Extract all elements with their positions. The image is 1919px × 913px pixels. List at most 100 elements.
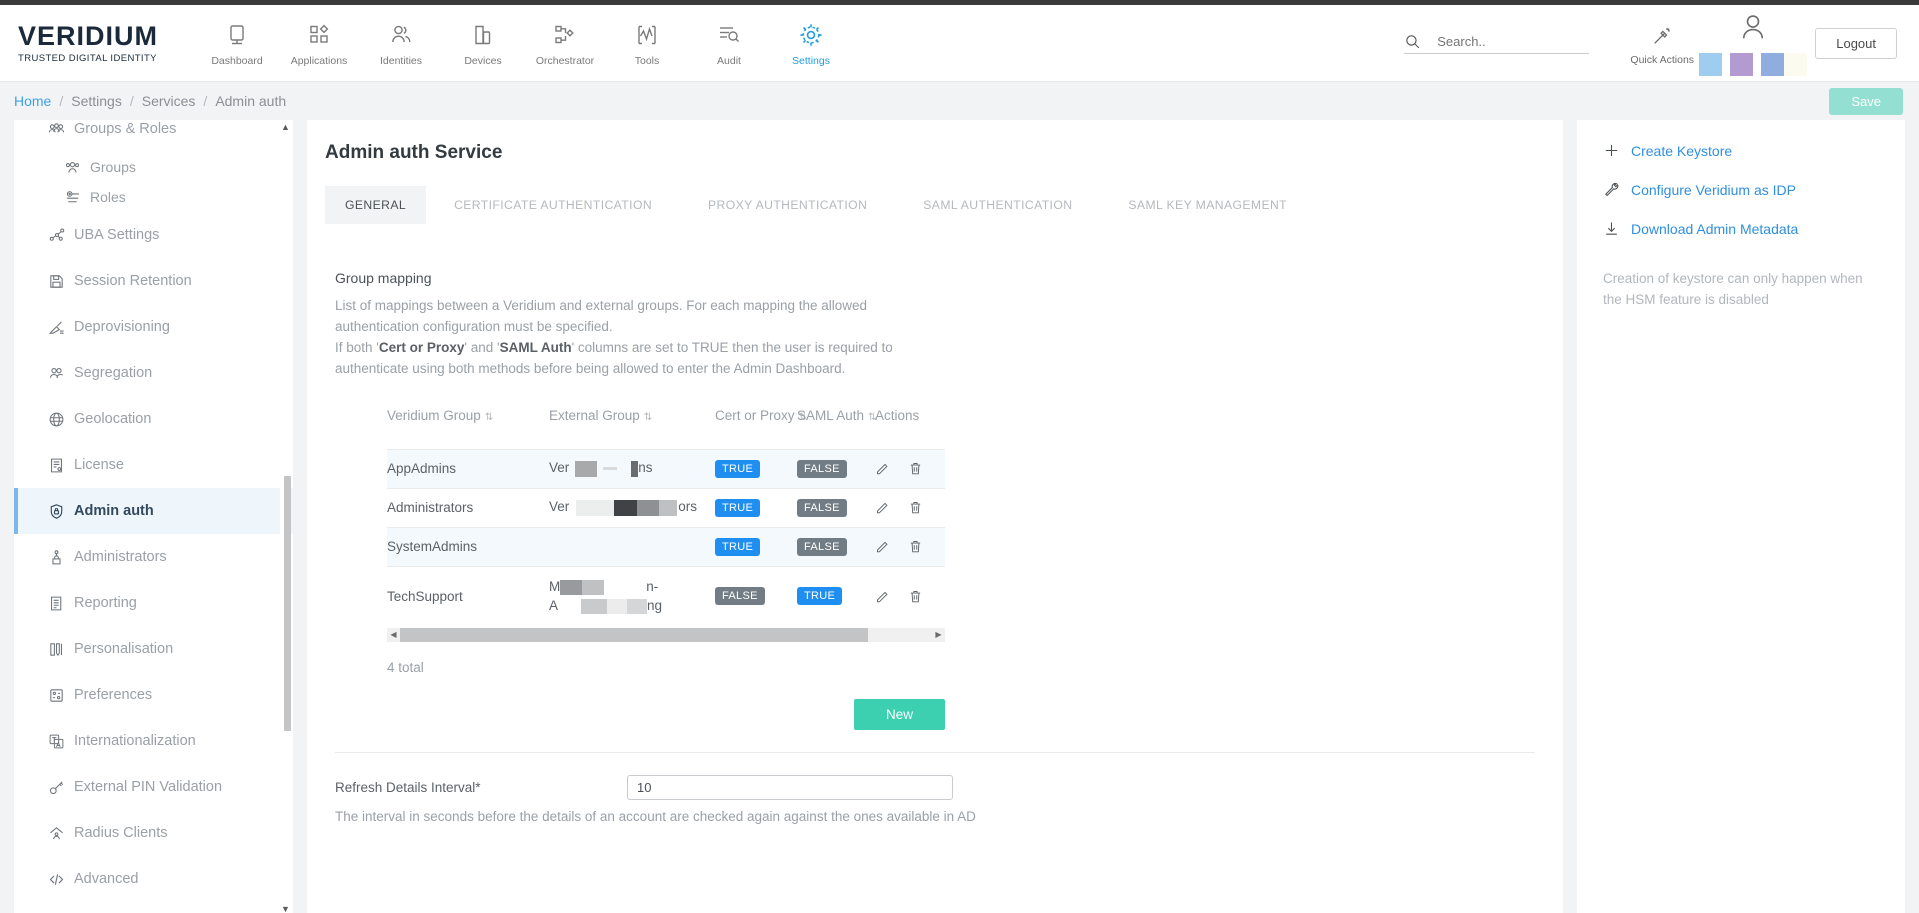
breadcrumb-item-settings[interactable]: Settings (71, 93, 122, 109)
breadcrumb-item-services[interactable]: Services (142, 93, 196, 109)
delete-trash-icon[interactable] (908, 461, 923, 476)
tab-saml-key-management[interactable]: SAML KEY MANAGEMENT (1100, 186, 1315, 224)
tab-general[interactable]: GENERAL (325, 186, 426, 224)
nav-item-tools[interactable]: Tools (606, 20, 688, 67)
edit-pencil-icon[interactable] (875, 539, 890, 554)
sidebar-item-groups[interactable]: Groups (14, 152, 293, 182)
sidebar-item-label: Session Retention (74, 273, 192, 289)
scroll-left-arrow-icon[interactable]: ◀ (387, 630, 400, 639)
sidebar-item-external-pin-validation[interactable]: External PIN Validation (14, 764, 293, 810)
configure-veridium-as-idp-link[interactable]: Configure Veridium as IDP (1603, 181, 1879, 198)
sidebar-item-radius-clients[interactable]: Radius Clients (14, 810, 293, 856)
sidebar-item-session-retention[interactable]: Session Retention (14, 258, 293, 304)
scroll-right-arrow-icon[interactable]: ▶ (932, 630, 945, 639)
sort-icon[interactable]: ⇅ (644, 412, 652, 423)
sidebar-item-internationalization[interactable]: Internationalization (14, 718, 293, 764)
swatch-3[interactable] (1761, 53, 1784, 76)
column-header-veridium-group[interactable]: Veridium Group ⇅ (387, 408, 549, 450)
scroll-down-arrow-icon[interactable]: ▼ (280, 902, 291, 913)
sidebar-item-segregation[interactable]: Segregation (14, 350, 293, 396)
avatar[interactable] (1705, 12, 1801, 76)
pulse-icon (606, 20, 688, 50)
logout-button[interactable]: Logout (1815, 28, 1897, 59)
key-icon (48, 779, 74, 796)
sidebar-item-label: Preferences (74, 687, 152, 703)
nav-item-settings[interactable]: Settings (770, 20, 852, 67)
sidebar-item-reporting[interactable]: Reporting (14, 580, 293, 626)
save-disk-icon (48, 273, 74, 290)
tab-proxy-authentication[interactable]: PROXY AUTHENTICATION (680, 186, 895, 224)
delete-trash-icon[interactable] (908, 539, 923, 554)
search-input[interactable] (1435, 33, 1589, 50)
sidebar-list: Groups & Roles Groups (14, 120, 293, 902)
table-row[interactable]: AppAdmins Verns TRUE FALSE (387, 449, 945, 488)
sidebar-item-deprovisioning[interactable]: Deprovisioning (14, 304, 293, 350)
sidebar-item-label: Personalisation (74, 641, 173, 657)
sidebar-item-groups-roles[interactable]: Groups & Roles (14, 120, 293, 152)
sidebar-item-advanced[interactable]: Advanced (14, 856, 293, 902)
nav-item-dashboard-label: Dashboard (196, 55, 278, 67)
new-button[interactable]: New (854, 699, 945, 730)
download-admin-metadata-link[interactable]: Download Admin Metadata (1603, 220, 1879, 237)
swatch-2[interactable] (1730, 53, 1753, 76)
sidebar-item-roles[interactable]: Roles (14, 182, 293, 212)
column-header-saml-auth[interactable]: SAML Auth⇅ (797, 408, 875, 450)
refresh-interval-row: Refresh Details Interval* (307, 775, 1563, 800)
sidebar-item-label: Radius Clients (74, 825, 168, 841)
external-group-prefix: Ver (549, 499, 569, 514)
table-row[interactable]: SystemAdmins TRUE FALSE (387, 527, 945, 566)
desc-part-c: ' and ' (464, 340, 499, 355)
veridium-logo[interactable]: VERIDIUM TRUSTED DIGITAL IDENTITY (18, 23, 178, 64)
delete-trash-icon[interactable] (908, 589, 923, 604)
redaction-block (576, 500, 614, 516)
scroll-up-arrow-icon[interactable]: ▲ (280, 120, 291, 134)
section-divider (335, 752, 1535, 753)
nav-item-settings-label: Settings (770, 55, 852, 67)
cell-veridium-group: SystemAdmins (387, 527, 549, 566)
nav-item-orchestrator[interactable]: Orchestrator (524, 20, 606, 67)
scroll-track[interactable] (400, 628, 932, 642)
swatch-4[interactable] (1784, 53, 1807, 76)
nav-item-dashboard[interactable]: Dashboard (196, 20, 278, 67)
nav-item-devices[interactable]: Devices (442, 20, 524, 67)
edit-pencil-icon[interactable] (875, 461, 890, 476)
sidebar-scrollbar[interactable]: ▲ ▼ (280, 120, 291, 913)
cell-saml-auth: FALSE (797, 488, 875, 527)
sidebar-item-admin-auth[interactable]: Admin auth (14, 488, 293, 534)
uba-network-icon (48, 226, 74, 244)
swatch-1[interactable] (1699, 53, 1722, 76)
sidebar-item-administrators[interactable]: Administrators (14, 534, 293, 580)
nav-item-identities[interactable]: Identities (360, 20, 442, 67)
sidebar-scroll-thumb[interactable] (284, 476, 291, 731)
table-row[interactable]: Administrators Verors TRUE FALSE (387, 488, 945, 527)
shield-lock-icon (48, 503, 74, 520)
tab-saml-authentication[interactable]: SAML AUTHENTICATION (895, 186, 1100, 224)
sidebar-item-label: Deprovisioning (74, 319, 170, 335)
sidebar-item-geolocation[interactable]: Geolocation (14, 396, 293, 442)
sidebar-item-uba-settings[interactable]: UBA Settings (14, 212, 293, 258)
save-button[interactable]: Save (1829, 88, 1903, 115)
quick-actions-button[interactable]: Quick Actions (1619, 22, 1705, 66)
tab-certificate-authentication[interactable]: CERTIFICATE AUTHENTICATION (426, 186, 680, 224)
nav-item-audit[interactable]: Audit (688, 20, 770, 67)
column-header-external-group[interactable]: External Group⇅ (549, 408, 715, 450)
sort-icon[interactable]: ⇅ (485, 412, 493, 423)
global-search[interactable] (1404, 33, 1589, 54)
sidebar-item-personalisation[interactable]: Personalisation (14, 626, 293, 672)
delete-trash-icon[interactable] (908, 500, 923, 515)
scroll-thumb[interactable] (400, 628, 868, 642)
refresh-interval-input[interactable] (627, 775, 953, 800)
cell-actions (875, 566, 945, 626)
breadcrumb-item-home[interactable]: Home (14, 93, 51, 109)
sidebar-item-preferences[interactable]: Preferences (14, 672, 293, 718)
edit-pencil-icon[interactable] (875, 500, 890, 515)
logo-wordmark: VERIDIUM (18, 23, 178, 50)
edit-pencil-icon[interactable] (875, 589, 890, 604)
column-header-cert-or-proxy[interactable]: Cert or Proxy⇅ (715, 408, 797, 450)
column-label: Veridium Group (387, 408, 481, 423)
table-horizontal-scrollbar[interactable]: ◀ ▶ (387, 628, 945, 642)
sidebar-item-license[interactable]: License (14, 442, 293, 488)
table-row[interactable]: TechSupport Mn- Ang FALSE (387, 566, 945, 626)
nav-item-applications[interactable]: Applications (278, 20, 360, 67)
create-keystore-link[interactable]: Create Keystore (1603, 142, 1879, 159)
